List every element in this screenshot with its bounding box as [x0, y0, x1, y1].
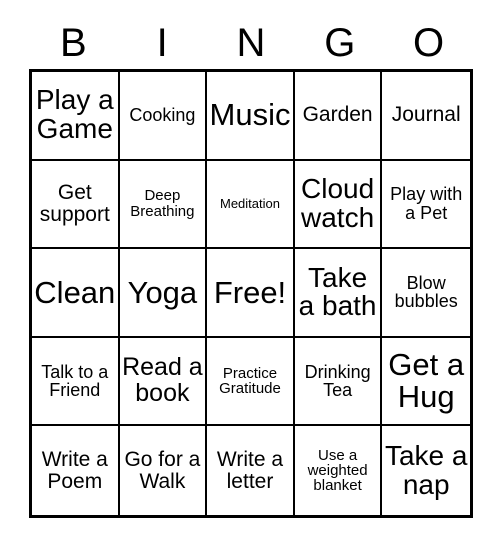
bingo-cell[interactable]: Take a bath	[294, 249, 383, 338]
bingo-cell[interactable]: Write a Poem	[32, 426, 120, 515]
bingo-cell[interactable]: Meditation	[207, 160, 295, 250]
bingo-cell-label: Get support	[39, 181, 110, 226]
bingo-cell-label: Cooking	[129, 105, 196, 126]
bingo-cell-label: Use a weighted blanket	[307, 446, 368, 495]
bingo-cell-label: Read a book	[122, 353, 203, 408]
bingo-cell-label: Deep Breathing	[130, 187, 195, 220]
bingo-cell[interactable]: Write a letter	[207, 426, 295, 515]
header-letter-o: O	[413, 21, 445, 65]
bingo-cell[interactable]: Practice Gratitude	[207, 337, 295, 427]
bingo-cell-label: Take a bath	[298, 261, 377, 322]
bingo-cell[interactable]: Yoga	[119, 249, 208, 338]
bingo-cell[interactable]: Drinking Tea	[294, 337, 383, 427]
bingo-grid: Play a Game Cooking Music Garden Journal Get …	[29, 69, 473, 518]
bingo-cell[interactable]: Go for a Walk	[119, 426, 208, 515]
bingo-cell-label: Go for a Walk	[124, 448, 201, 493]
bingo-cell-label: Yoga	[127, 274, 198, 310]
bingo-cell-label: Talk to a Friend	[41, 361, 109, 401]
bingo-cell[interactable]: Blow bubbles	[382, 249, 470, 338]
bingo-cell-label: Play a Game	[35, 84, 114, 145]
header-letter-g: G	[324, 21, 356, 65]
bingo-cell-label: Get a Hug	[388, 347, 465, 415]
bingo-cell[interactable]: Take a nap	[382, 426, 470, 515]
header-letter-i: I	[156, 21, 168, 65]
bingo-cell-label: Take a nap	[384, 439, 468, 500]
bingo-cell[interactable]: Free!	[207, 249, 295, 338]
bingo-cell[interactable]: Read a book	[119, 337, 208, 427]
bingo-cell[interactable]: Get a Hug	[382, 337, 470, 427]
bingo-cell[interactable]: Cloud watch	[294, 160, 383, 250]
bingo-cell[interactable]: Play with a Pet	[382, 160, 470, 250]
header-letter-n: N	[236, 21, 266, 65]
bingo-cell-label: Cloud watch	[301, 173, 375, 233]
header-letter-b: B	[60, 21, 87, 65]
bingo-cell[interactable]: Play a Game	[32, 72, 120, 161]
bingo-cell-label: Journal	[391, 103, 461, 127]
bingo-cell-label: Music	[209, 97, 291, 133]
bingo-cell[interactable]: Clean	[32, 249, 120, 338]
bingo-cell[interactable]: Journal	[382, 72, 470, 161]
bingo-cell-label: Play with a Pet	[390, 184, 463, 223]
bingo-cell-label: Garden	[302, 103, 373, 127]
bingo-cell-label: Blow bubbles	[394, 272, 458, 312]
bingo-cell-label: Write a letter	[216, 448, 284, 493]
bingo-cell-label: Write a Poem	[41, 448, 108, 493]
bingo-cell[interactable]: Garden	[294, 72, 383, 161]
bingo-cell[interactable]: Cooking	[119, 72, 208, 161]
bingo-cell-label: Practice Gratitude	[219, 364, 281, 398]
bingo-cell-label: Drinking Tea	[304, 361, 371, 401]
bingo-cell[interactable]: Talk to a Friend	[32, 337, 120, 427]
bingo-cell[interactable]: Get support	[32, 160, 120, 250]
bingo-cell[interactable]: Use a weighted blanket	[294, 426, 383, 515]
bingo-cell-label: Free!	[213, 274, 287, 310]
bingo-cell[interactable]: Music	[207, 72, 295, 161]
bingo-card: B I N G O Play a Game Cooking Music Garden J…	[0, 0, 501, 544]
bingo-cell[interactable]: Deep Breathing	[119, 160, 208, 250]
bingo-cell-label: Clean	[34, 274, 116, 310]
bingo-cell-label: Meditation	[220, 196, 280, 212]
bingo-header: B I N G O	[29, 18, 473, 68]
